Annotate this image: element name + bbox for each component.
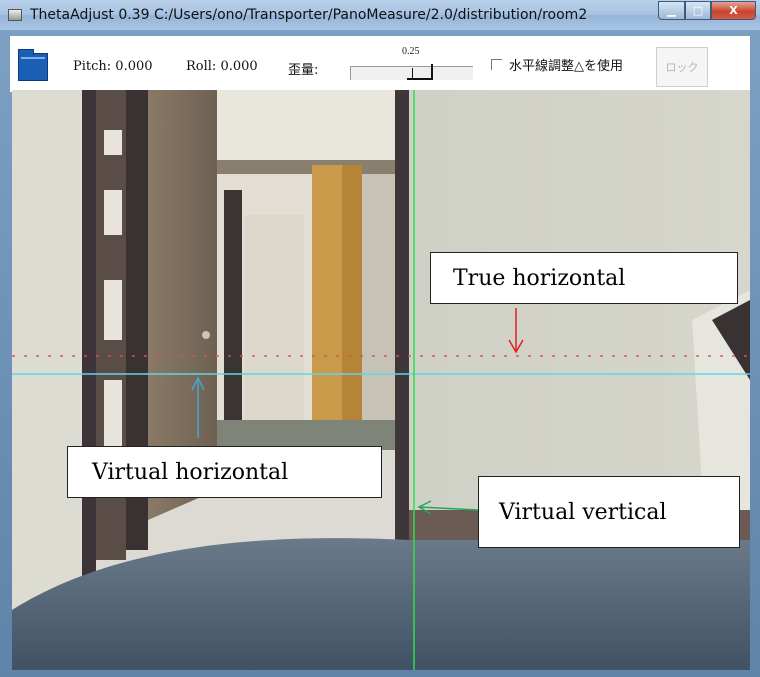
true-horizontal-label: True horizontal xyxy=(430,252,738,304)
right-wall xyxy=(409,90,750,540)
distortion-label: 歪量: xyxy=(288,63,319,78)
horizon-adjust-label[interactable]: 水平線調整△を使用 xyxy=(509,55,623,74)
left-wall xyxy=(12,90,90,610)
close-button[interactable]: X xyxy=(711,1,756,20)
virtual-horizontal-label: Virtual horizontal xyxy=(67,446,382,498)
panorama-scene xyxy=(12,90,750,670)
far-door xyxy=(244,215,304,420)
slider-value: 0.25 xyxy=(402,46,420,57)
panorama-viewer[interactable]: True horizontal Virtual horizontal Virtu… xyxy=(12,90,750,670)
toolbar: Pitch: 0.000 Roll: 0.000 歪量: 0.25 水平線調整△… xyxy=(10,36,750,92)
hallway-cabinet xyxy=(312,165,342,430)
lock-button[interactable]: ロック xyxy=(656,47,708,87)
window-controls: ▁ □ X xyxy=(658,1,756,21)
slider-thumb[interactable] xyxy=(407,64,433,80)
hallway-ceiling xyxy=(217,90,397,165)
roll-readout: Roll: 0.000 xyxy=(186,59,258,74)
left-door-frame xyxy=(82,90,96,590)
center-door-frame xyxy=(395,90,409,560)
app-icon xyxy=(8,9,22,21)
app-window: ThetaAdjust 0.39 C:/Users/ono/Transporte… xyxy=(0,0,760,677)
maximize-button[interactable]: □ xyxy=(685,1,711,20)
title-bar[interactable]: ThetaAdjust 0.39 C:/Users/ono/Transporte… xyxy=(0,0,760,30)
door-handle xyxy=(202,331,210,339)
open-folder-icon[interactable] xyxy=(18,49,48,81)
window-title: ThetaAdjust 0.39 C:/Users/ono/Transporte… xyxy=(30,7,588,23)
distortion-slider[interactable] xyxy=(350,64,473,80)
horizon-adjust-checkbox[interactable] xyxy=(491,59,502,70)
pitch-readout: Pitch: 0.000 xyxy=(73,59,153,74)
minimize-button[interactable]: ▁ xyxy=(658,1,685,20)
virtual-vertical-label: Virtual vertical xyxy=(478,476,740,548)
